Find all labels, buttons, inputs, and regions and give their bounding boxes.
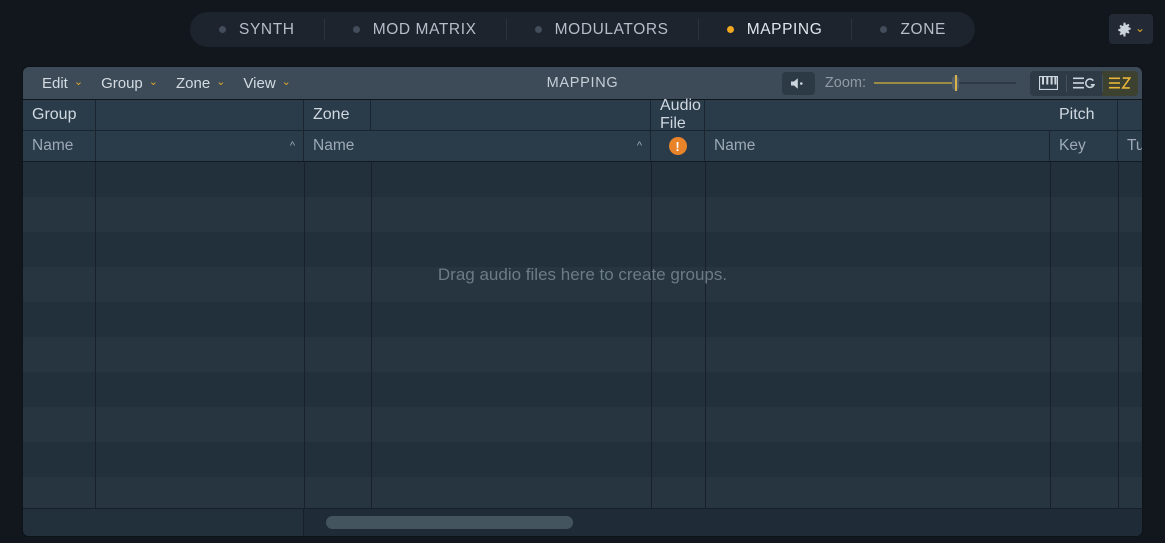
tab-label: MODULATORS (555, 21, 669, 39)
tab-zone[interactable]: ZONE (851, 12, 975, 47)
view-mode-keyboard[interactable] (1030, 71, 1066, 96)
mapping-grid-body[interactable]: Drag audio files here to create groups. (23, 162, 1142, 509)
status-dot-icon (880, 26, 887, 33)
menu-label: Edit (42, 75, 68, 92)
menu-view[interactable]: View ⌄ (234, 67, 299, 99)
table-row[interactable] (23, 232, 1142, 267)
menu-label: Group (101, 75, 143, 92)
grid-footer (23, 508, 1142, 536)
zoom-label: Zoom: (825, 75, 866, 91)
tab-modulators[interactable]: MODULATORS (506, 12, 698, 47)
view-mode-group-list[interactable] (1066, 71, 1102, 96)
chevron-down-icon: ⌄ (74, 77, 83, 88)
mapping-panel: Edit ⌄ Group ⌄ Zone ⌄ View ⌄ MAPPING (22, 66, 1143, 537)
status-dot-icon (535, 26, 542, 33)
chevron-down-icon: ⌄ (149, 77, 158, 88)
subheader-label: Key (1059, 137, 1086, 155)
header-zone-spacer[interactable] (371, 100, 651, 130)
subheader-pitch-key[interactable]: Key (1050, 131, 1118, 161)
audition-button[interactable] (782, 72, 815, 95)
scrollbar-thumb[interactable] (326, 516, 573, 529)
header-group-spacer[interactable] (96, 100, 304, 130)
zoom-control: Zoom: (825, 75, 1016, 91)
subheader-label: Tu (1127, 137, 1143, 155)
table-row[interactable] (23, 267, 1142, 302)
status-dot-icon (727, 26, 734, 33)
table-row[interactable] (23, 302, 1142, 337)
table-row[interactable] (23, 197, 1142, 232)
status-dot-icon (353, 26, 360, 33)
table-row[interactable] (23, 162, 1142, 197)
subheader-pitch-tune[interactable]: Tu (1118, 131, 1142, 161)
header-group[interactable]: Group (23, 100, 96, 130)
gear-icon (1117, 22, 1132, 37)
chevron-down-icon: ⌄ (216, 77, 225, 88)
chevron-down-icon: ⌄ (1135, 22, 1145, 34)
speaker-icon (790, 77, 807, 90)
tab-mapping[interactable]: MAPPING (698, 12, 852, 47)
zoom-slider[interactable] (874, 76, 1016, 90)
subheader-audio-file-name[interactable]: Name (705, 131, 1050, 161)
column-headers: Group Zone Audio File Pitch (23, 100, 1142, 131)
tab-label: MOD MATRIX (373, 21, 477, 39)
list-g-icon (1073, 76, 1095, 90)
subheader-zone-name[interactable]: Name ^ (304, 131, 651, 161)
tab-label: ZONE (900, 21, 945, 39)
table-row[interactable] (23, 477, 1142, 509)
row-stripes (23, 162, 1142, 509)
sort-ascending-icon: ^ (637, 140, 642, 152)
header-audio-file[interactable]: Audio File (651, 100, 705, 130)
status-dot-icon (219, 26, 226, 33)
menu-label: Zone (176, 75, 210, 92)
sort-ascending-icon: ^ (290, 140, 295, 152)
list-z-icon (1109, 76, 1131, 90)
view-mode-group (1030, 71, 1138, 96)
table-row[interactable] (23, 337, 1142, 372)
subheader-group-name[interactable]: Name ^ (23, 131, 304, 161)
subheader-audio-warning[interactable]: ! (651, 131, 705, 161)
menu-group[interactable]: Group ⌄ (92, 67, 167, 99)
menu-edit[interactable]: Edit ⌄ (33, 67, 92, 99)
header-audio-file-spacer[interactable] (705, 100, 1050, 130)
scrollbar-gutter (23, 509, 304, 536)
tab-synth[interactable]: SYNTH (190, 12, 324, 47)
mapping-toolbar: Edit ⌄ Group ⌄ Zone ⌄ View ⌄ MAPPING (23, 67, 1142, 100)
menu-zone[interactable]: Zone ⌄ (167, 67, 234, 99)
warning-icon: ! (669, 137, 687, 155)
tab-label: SYNTH (239, 21, 295, 39)
subheader-label: Name (23, 137, 73, 155)
table-row[interactable] (23, 372, 1142, 407)
menu-bar: Edit ⌄ Group ⌄ Zone ⌄ View ⌄ (23, 67, 300, 99)
column-sub-headers: Name ^ Name ^ ! Name Key Tu (23, 131, 1142, 162)
table-row[interactable] (23, 407, 1142, 442)
header-pitch-spacer[interactable] (1118, 100, 1142, 130)
view-mode-zone-list[interactable] (1102, 71, 1138, 96)
settings-button[interactable]: ⌄ (1109, 14, 1153, 44)
zoom-slider-handle[interactable] (952, 76, 959, 90)
tab-group: SYNTH MOD MATRIX MODULATORS MAPPING ZONE (190, 12, 975, 47)
tab-label: MAPPING (747, 21, 823, 39)
chevron-down-icon: ⌄ (282, 77, 291, 88)
toolbar-right-controls: Zoom: (782, 67, 1142, 99)
table-row[interactable] (23, 442, 1142, 477)
subheader-label: Name (714, 137, 755, 155)
piano-keys-icon (1039, 76, 1058, 90)
horizontal-scrollbar[interactable] (304, 509, 1142, 536)
header-zone[interactable]: Zone (304, 100, 371, 130)
header-pitch[interactable]: Pitch (1050, 100, 1118, 130)
tab-mod-matrix[interactable]: MOD MATRIX (324, 12, 506, 47)
zoom-track-filled (874, 82, 956, 84)
subheader-label: Name (313, 137, 354, 155)
top-tab-bar: SYNTH MOD MATRIX MODULATORS MAPPING ZONE… (0, 0, 1165, 59)
menu-label: View (243, 75, 275, 92)
